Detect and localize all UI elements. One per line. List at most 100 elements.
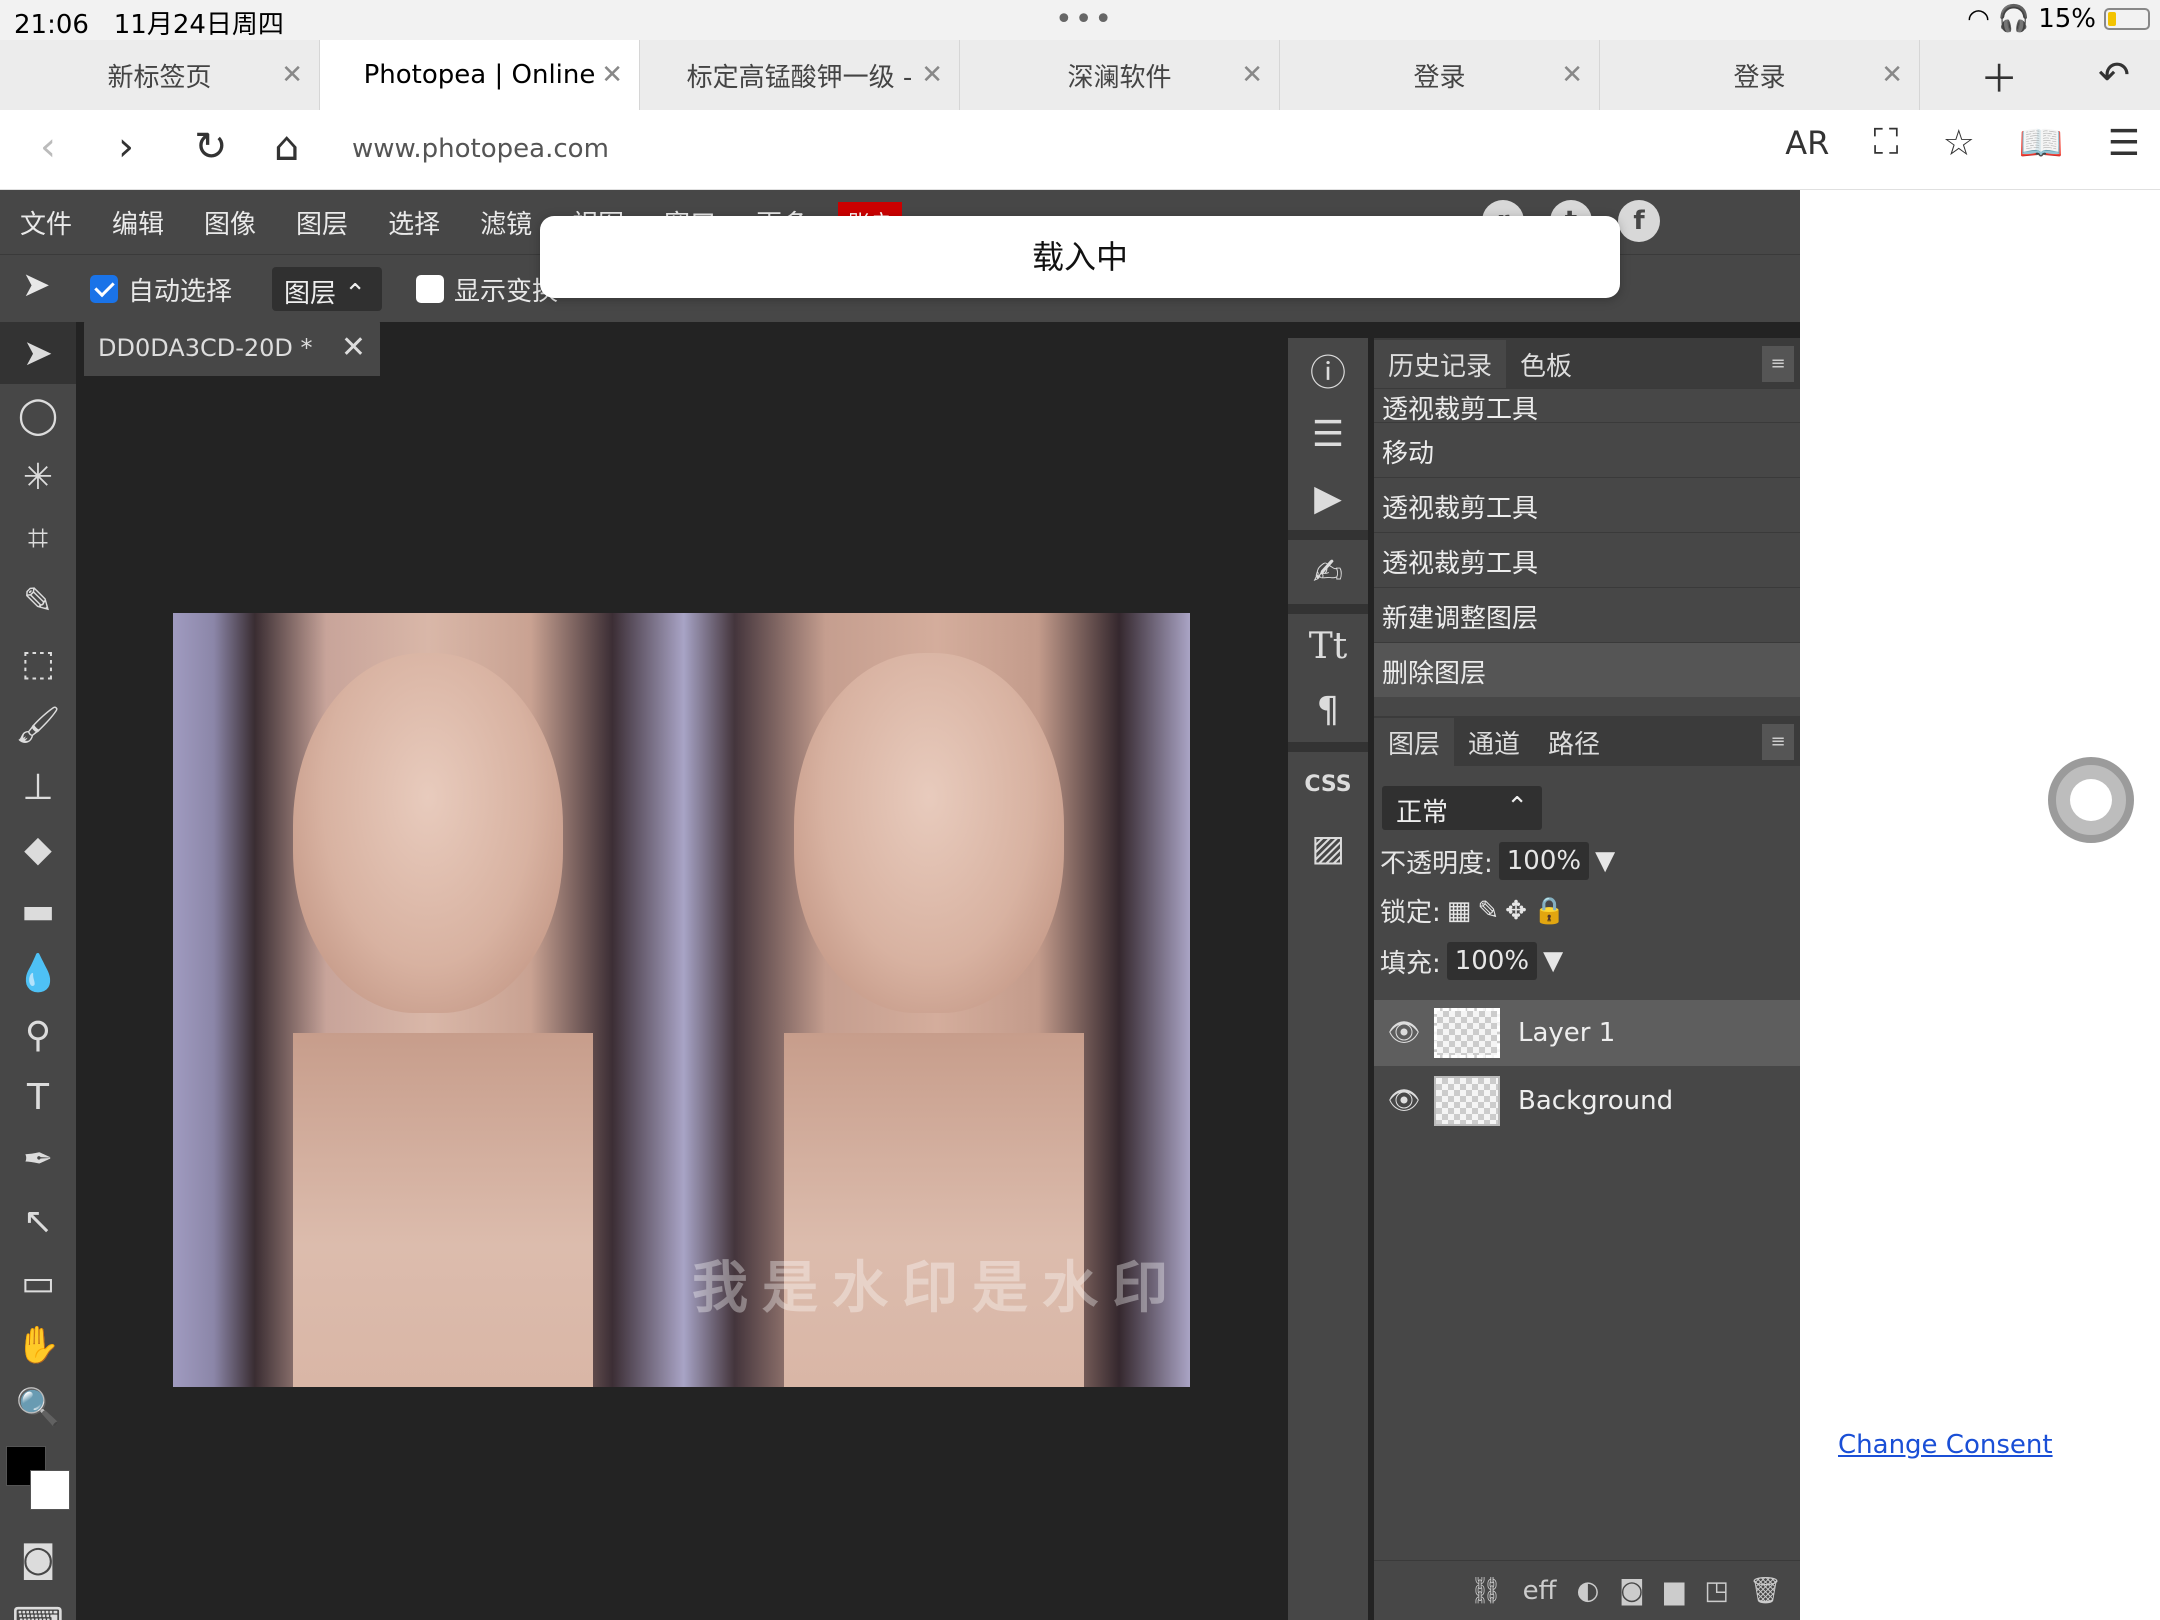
brush-tool-icon[interactable]: 🖌 [0, 694, 76, 756]
lock-all-icon[interactable]: 🔒 [1533, 896, 1565, 926]
tab-new[interactable]: 新标签页 ✕ [0, 40, 320, 110]
menu-select[interactable]: 选择 [368, 204, 460, 241]
history-item[interactable]: 移动 [1374, 422, 1800, 477]
opacity-value[interactable]: 100% [1498, 842, 1590, 880]
show-transform-checkbox[interactable] [416, 275, 444, 303]
image-icon[interactable]: ▨ [1288, 816, 1368, 880]
color-swatches[interactable] [0, 1438, 76, 1528]
paragraph-icon[interactable]: ¶ [1288, 678, 1368, 742]
dropdown-arrow-icon[interactable]: ▼ [1595, 846, 1615, 876]
hand-tool-icon[interactable]: ✋ [0, 1314, 76, 1376]
history-item[interactable]: 透视裁剪工具 [1374, 477, 1800, 532]
pen-tool-icon[interactable]: ✒ [0, 1128, 76, 1190]
menu-icon[interactable]: ☰ [2108, 123, 2140, 164]
shape-tool-icon[interactable]: ▭ [0, 1252, 76, 1314]
multitask-dots-icon[interactable]: ••• [1055, 2, 1114, 37]
menu-image[interactable]: 图像 [184, 204, 276, 241]
history-item[interactable]: 删除图层 [1374, 642, 1800, 697]
background-color[interactable] [30, 1470, 70, 1510]
tab-paths[interactable]: 路径 [1534, 718, 1614, 766]
reload-icon[interactable]: ↻ [194, 124, 228, 170]
play-icon[interactable]: ▶ [1288, 466, 1368, 530]
gradient-tool-icon[interactable]: ▬ [0, 880, 76, 942]
menu-filter[interactable]: 滤镜 [460, 204, 552, 241]
quick-mask-icon[interactable]: ◙ [0, 1528, 76, 1590]
type-tool-icon[interactable]: T [0, 1066, 76, 1128]
history-item[interactable]: 新建调整图层 [1374, 587, 1800, 642]
history-item[interactable]: 透视裁剪工具 [1374, 388, 1800, 425]
layer-row-background[interactable]: 👁 Background [1374, 1068, 1800, 1134]
close-icon[interactable]: ✕ [1561, 60, 1583, 90]
crop-tool-icon[interactable]: ⌗ [0, 508, 76, 570]
history-item[interactable]: 透视裁剪工具 [1374, 532, 1800, 587]
close-icon[interactable]: ✕ [1881, 60, 1903, 90]
marquee-tool-icon[interactable]: ⬚ [0, 632, 76, 694]
dropdown-arrow-icon[interactable]: ▼ [1543, 946, 1563, 976]
ar-button[interactable]: AR [1785, 124, 1829, 162]
close-icon[interactable]: ✕ [921, 60, 943, 90]
move-tool-icon[interactable]: ➤ [22, 265, 51, 305]
lasso-tool-icon[interactable]: ◯ [0, 384, 76, 446]
tab-photopea[interactable]: Photopea | Online ✕ [320, 40, 640, 110]
eraser-tool-icon[interactable]: ◆ [0, 818, 76, 880]
adjust-icon[interactable]: ☰ [1288, 402, 1368, 466]
link-icon[interactable]: ⛓ [1470, 1576, 1503, 1606]
tab-history[interactable]: 历史记录 [1374, 340, 1507, 388]
brush-settings-icon[interactable]: ✍ [1288, 540, 1368, 604]
reopen-tab-icon[interactable]: ↶ [2098, 53, 2130, 97]
eye-icon[interactable]: 👁 [1374, 1086, 1434, 1116]
tab-shenlan[interactable]: 深澜软件 ✕ [960, 40, 1280, 110]
forward-icon[interactable]: › [118, 124, 134, 170]
tab-login-1[interactable]: 登录 ✕ [1280, 40, 1600, 110]
home-icon[interactable]: ⌂ [274, 124, 299, 170]
new-tab-plus-icon[interactable]: ＋ [1980, 48, 2018, 103]
trash-icon[interactable]: 🗑 [1749, 1576, 1782, 1606]
mask-icon[interactable]: ◙ [1619, 1576, 1644, 1606]
lock-pixels-icon[interactable]: ✎ [1477, 896, 1499, 926]
blend-mode-select[interactable]: 正常 ⌃ [1382, 786, 1542, 830]
panel-menu-icon[interactable]: ≡ [1762, 724, 1794, 760]
info-icon[interactable]: ⓘ [1288, 338, 1368, 402]
address-url[interactable]: www.photopea.com [352, 134, 609, 164]
new-layer-icon[interactable]: ◳ [1704, 1576, 1729, 1606]
magic-wand-icon[interactable]: ✳ [0, 446, 76, 508]
keyboard-icon[interactable]: ⌨ [0, 1590, 76, 1620]
menu-edit[interactable]: 编辑 [92, 204, 184, 241]
star-icon[interactable]: ☆ [1943, 123, 1975, 164]
path-select-icon[interactable]: ↖ [0, 1190, 76, 1252]
adjustment-icon[interactable]: ◐ [1576, 1576, 1599, 1606]
scan-icon[interactable]: ⛶ [1873, 122, 1898, 164]
lock-position-icon[interactable]: ✥ [1505, 896, 1527, 926]
stamp-tool-icon[interactable]: ⊥ [0, 756, 76, 818]
close-icon[interactable]: ✕ [1241, 60, 1263, 90]
floating-assistive-button[interactable] [2048, 757, 2134, 843]
change-consent-link[interactable]: Change Consent [1838, 1430, 2053, 1460]
character-icon[interactable]: Tt [1288, 614, 1368, 678]
move-tool-icon[interactable]: ➤ [0, 322, 76, 384]
fill-value[interactable]: 100% [1446, 942, 1538, 980]
folder-icon[interactable]: ▆ [1664, 1576, 1684, 1606]
panel-menu-icon[interactable]: ≡ [1762, 346, 1794, 382]
auto-select-checkbox[interactable] [90, 275, 118, 303]
close-icon[interactable]: ✕ [341, 330, 366, 365]
canvas-image[interactable]: 我是水印是水印 [173, 613, 1190, 1387]
blur-tool-icon[interactable]: 💧 [0, 942, 76, 1004]
css-icon[interactable]: CSS [1288, 752, 1368, 816]
facebook-icon[interactable]: f [1618, 200, 1660, 242]
layer-row-layer1[interactable]: 👁 Layer 1 [1374, 1000, 1800, 1066]
book-icon[interactable]: 📖 [2019, 122, 2064, 164]
tab-kmno4[interactable]: 标定高锰酸钾一级 - ✕ [640, 40, 960, 110]
layer-select-dropdown[interactable]: 图层 ⌃ [272, 267, 382, 311]
menu-file[interactable]: 文件 [0, 204, 92, 241]
zoom-tool-icon[interactable]: 🔍 [0, 1376, 76, 1438]
dodge-tool-icon[interactable]: ⚲ [0, 1004, 76, 1066]
back-icon[interactable]: ‹ [40, 124, 56, 170]
eyedropper-icon[interactable]: ✎ [0, 570, 76, 632]
fx-button[interactable]: eff [1523, 1576, 1557, 1606]
tab-layers[interactable]: 图层 [1374, 718, 1455, 766]
tab-login-2[interactable]: 登录 ✕ [1600, 40, 1920, 110]
close-icon[interactable]: ✕ [601, 60, 623, 90]
eye-icon[interactable]: 👁 [1374, 1018, 1434, 1048]
tab-channels[interactable]: 通道 [1454, 718, 1534, 766]
lock-transparency-icon[interactable]: ▦ [1447, 896, 1472, 926]
